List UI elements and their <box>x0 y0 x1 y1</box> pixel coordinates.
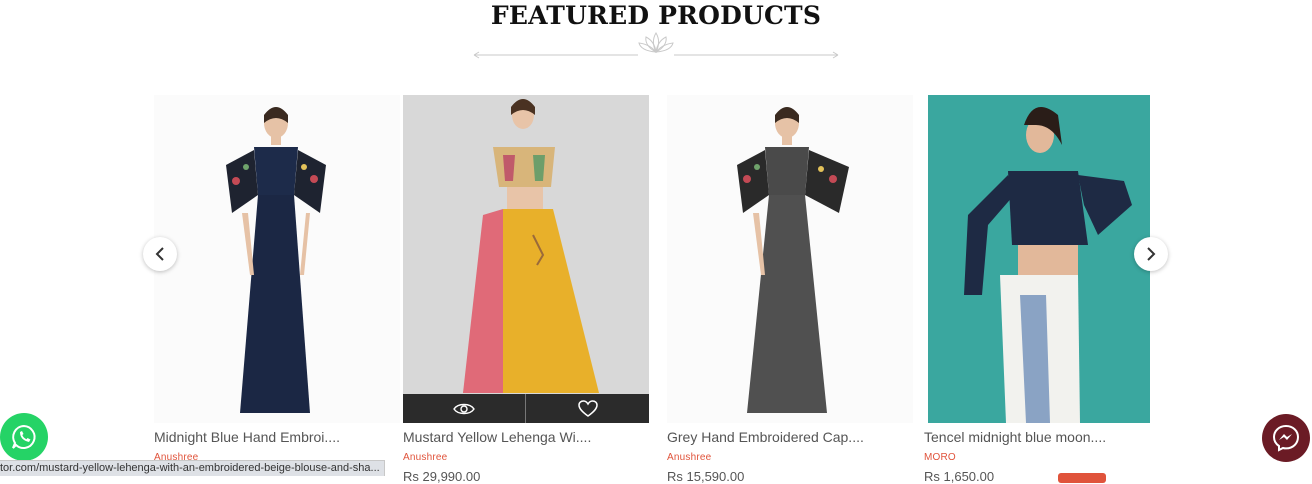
chevron-left-icon <box>155 247 164 261</box>
product-card[interactable]: Midnight Blue Hand Embroi.... Anushree <box>154 95 400 475</box>
product-image[interactable] <box>403 95 649 423</box>
carousel-next-button[interactable] <box>1134 237 1168 271</box>
product-price: Rs 29,990.00 <box>403 469 481 484</box>
wishlist-button[interactable] <box>526 394 649 423</box>
product-name[interactable]: Midnight Blue Hand Embroi.... <box>154 429 400 445</box>
whatsapp-button[interactable] <box>0 413 48 461</box>
chevron-right-icon <box>1147 247 1156 261</box>
quick-view-button[interactable] <box>403 394 526 423</box>
messenger-icon <box>1272 424 1300 452</box>
product-card[interactable]: Grey Hand Embroidered Cap.... Anushree R… <box>667 95 913 484</box>
product-brand[interactable]: MORO <box>924 452 956 463</box>
status-bar-url: tor.com/mustard-yellow-lehenga-with-an-e… <box>0 460 385 476</box>
heart-icon <box>577 399 598 417</box>
whatsapp-icon <box>12 424 36 449</box>
section-title: FEATURED PRODUCTS <box>490 1 822 30</box>
product-card[interactable]: Mustard Yellow Lehenga Wi.... Anushree R… <box>403 95 649 484</box>
product-name[interactable]: Mustard Yellow Lehenga Wi.... <box>403 429 649 445</box>
product-brand[interactable]: Anushree <box>667 452 711 463</box>
product-image[interactable] <box>667 95 913 423</box>
product-image[interactable] <box>928 95 1150 423</box>
product-card[interactable]: Tencel midnight blue moon.... MORO Rs 1,… <box>924 95 1170 484</box>
eye-icon <box>453 403 475 414</box>
product-price: Rs 15,590.00 <box>667 469 745 484</box>
carousel-prev-button[interactable] <box>143 237 177 271</box>
product-action-bar <box>403 394 649 423</box>
lotus-icon <box>638 32 674 54</box>
product-name[interactable]: Tencel midnight blue moon.... <box>924 429 1170 445</box>
product-image[interactable] <box>154 95 400 423</box>
product-name[interactable]: Grey Hand Embroidered Cap.... <box>667 429 913 445</box>
title-divider <box>473 32 839 59</box>
messenger-button[interactable] <box>1262 414 1310 462</box>
product-brand[interactable]: Anushree <box>403 452 447 463</box>
product-price: Rs 1,650.00 <box>924 469 995 484</box>
